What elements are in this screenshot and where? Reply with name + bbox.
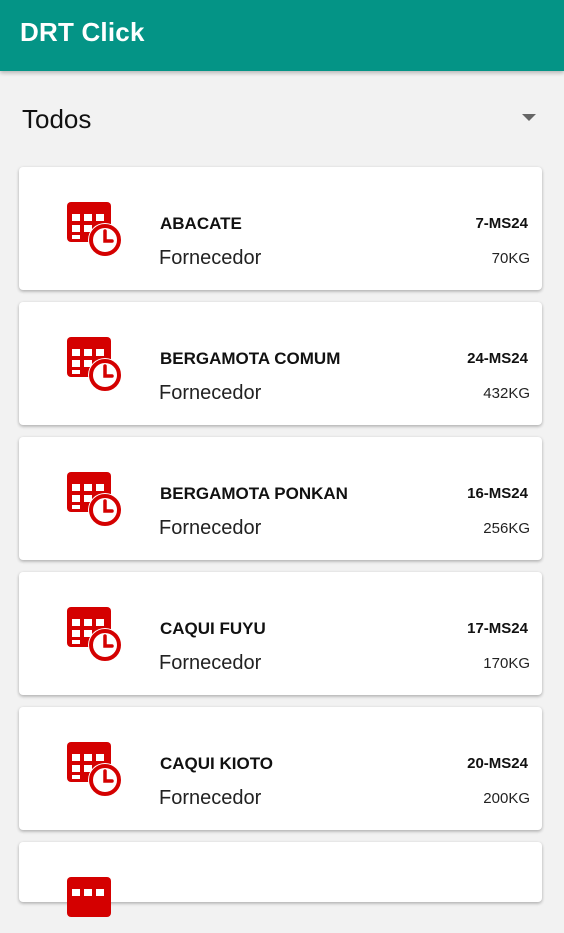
item-supplier: Fornecedor [159, 787, 262, 809]
item-name: BERGAMOTA PONKAN [160, 484, 348, 503]
schedule-table-icon [65, 470, 125, 528]
list-item-partial[interactable] [19, 842, 542, 917]
item-code: 7-MS24 [475, 215, 528, 232]
schedule-table-icon [65, 200, 125, 258]
item-weight: 432KG [483, 385, 530, 402]
item-name: ABACATE [160, 214, 242, 233]
schedule-table-icon [65, 875, 125, 933]
schedule-table-icon [65, 740, 125, 798]
filter-selected-value: Todos [22, 104, 92, 134]
item-supplier: Fornecedor [159, 247, 262, 269]
list-item[interactable]: BERGAMOTA PONKAN Fornecedor 16-MS24 256K… [19, 437, 542, 560]
item-name: CAQUI KIOTO [160, 754, 274, 773]
app-bar: DRT Click [0, 0, 564, 71]
schedule-table-icon [65, 335, 125, 393]
schedule-table-icon [65, 605, 125, 663]
list-item[interactable]: CAQUI KIOTO Fornecedor 20-MS24 200KG [19, 707, 542, 830]
item-name: CAQUI FUYU [160, 619, 266, 638]
item-code: 16-MS24 [467, 485, 528, 502]
item-supplier: Fornecedor [159, 652, 262, 674]
dropdown-arrow-icon [522, 114, 536, 121]
item-code: 24-MS24 [467, 350, 528, 367]
item-name: BERGAMOTA COMUM [160, 349, 341, 368]
list-item[interactable]: ABACATE Fornecedor 7-MS24 70KG [19, 167, 542, 290]
filter-dropdown[interactable]: Todos [0, 71, 564, 161]
item-code: 20-MS24 [467, 755, 528, 772]
item-supplier: Fornecedor [159, 517, 262, 539]
list-item[interactable]: BERGAMOTA COMUM Fornecedor 24-MS24 432KG [19, 302, 542, 425]
item-supplier: Fornecedor [159, 382, 262, 404]
item-weight: 256KG [483, 520, 530, 537]
item-list: ABACATE Fornecedor 7-MS24 70KG BERGAMOTA… [19, 167, 542, 917]
list-item[interactable]: CAQUI FUYU Fornecedor 17-MS24 170KG [19, 572, 542, 695]
item-weight: 200KG [483, 790, 530, 807]
item-code: 17-MS24 [467, 620, 528, 637]
item-weight: 170KG [483, 655, 530, 672]
item-weight: 70KG [491, 250, 530, 267]
app-title: DRT Click [20, 17, 145, 47]
